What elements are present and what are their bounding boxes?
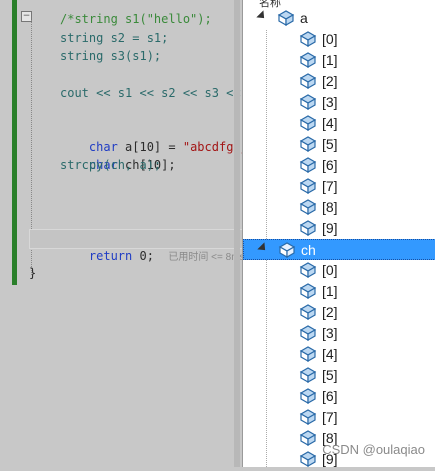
variable-cube-icon bbox=[299, 262, 317, 279]
tree-node-label: [1] bbox=[322, 283, 338, 299]
tree-node-ch-element[interactable]: [6] bbox=[243, 386, 435, 407]
tree-node-ch-element[interactable]: [2] bbox=[243, 302, 435, 323]
variable-cube-icon bbox=[277, 10, 295, 27]
tree-node-ch[interactable]: ch bbox=[243, 239, 435, 260]
code-line-2: string s2 = s1; bbox=[60, 31, 169, 45]
change-indicator-bar bbox=[12, 0, 17, 285]
tree-node-label: [5] bbox=[322, 367, 338, 383]
variable-cube-icon bbox=[299, 451, 317, 468]
tree-node-label: [6] bbox=[322, 388, 338, 404]
variable-cube-icon bbox=[299, 367, 317, 384]
tree-node-ch-element[interactable]: [0] bbox=[243, 260, 435, 281]
tree-node-ch-element[interactable]: [1] bbox=[243, 281, 435, 302]
tree-node-a-element[interactable]: [5] bbox=[243, 134, 435, 155]
variable-cube-icon bbox=[299, 52, 317, 69]
tree-node-label: [4] bbox=[322, 346, 338, 362]
tree-node-label: [4] bbox=[322, 115, 338, 131]
variable-cube-icon bbox=[299, 178, 317, 195]
tree-node-a-element[interactable]: [8] bbox=[243, 197, 435, 218]
variable-cube-icon bbox=[299, 136, 317, 153]
expander-icon[interactable] bbox=[257, 242, 269, 254]
tree-node-label: [6] bbox=[322, 157, 338, 173]
tree-node-a-element[interactable]: [3] bbox=[243, 92, 435, 113]
variables-tree-panel[interactable]: 名称 a [0] [1] [2] [3] [4] [5] [6] [7] [8] [9] ch [0][… bbox=[242, 0, 435, 468]
tree-node-ch-element[interactable]: [7] bbox=[243, 407, 435, 428]
variable-cube-icon bbox=[299, 388, 317, 405]
tree-node-ch-element[interactable]: [4] bbox=[243, 344, 435, 365]
tree-node-a-element[interactable]: [7] bbox=[243, 176, 435, 197]
variable-cube-icon bbox=[299, 283, 317, 300]
tree-node-label: [2] bbox=[322, 304, 338, 320]
tree-node-label: [1] bbox=[322, 52, 338, 68]
editor-scrollbar[interactable] bbox=[234, 0, 240, 467]
variable-cube-icon bbox=[299, 304, 317, 321]
tree-node-label: a bbox=[300, 10, 308, 26]
watermark: CSDN @oulaqiao bbox=[322, 442, 425, 457]
variable-cube-icon bbox=[299, 31, 317, 48]
tree-node-label: [9] bbox=[322, 220, 338, 236]
variable-cube-icon bbox=[299, 115, 317, 132]
tree-node-label: [7] bbox=[322, 178, 338, 194]
variable-cube-icon bbox=[278, 242, 296, 259]
tree-node-ch-element[interactable]: [5] bbox=[243, 365, 435, 386]
tree-node-label: [3] bbox=[322, 94, 338, 110]
code-line-3: string s3(s1); bbox=[60, 49, 162, 63]
variable-cube-icon bbox=[299, 346, 317, 363]
code-line-7: strcpy(ch, a); bbox=[60, 158, 162, 172]
tree-node-label: [3] bbox=[322, 325, 338, 341]
tree-node-label: [0] bbox=[322, 31, 338, 47]
tree-node-a-element[interactable]: [4] bbox=[243, 113, 435, 134]
tree-node-a-element[interactable]: [6] bbox=[243, 155, 435, 176]
tree-node-a-element[interactable]: [0] bbox=[243, 29, 435, 50]
closing-brace: } bbox=[29, 266, 37, 280]
tree-node-a-element[interactable]: [2] bbox=[243, 71, 435, 92]
tree-node-label: [0] bbox=[322, 262, 338, 278]
tree-node-a[interactable]: a bbox=[243, 8, 435, 29]
code-line-8: return 0; 已用时间 <= 8ms bbox=[60, 229, 245, 285]
code-line-1: /*string s1("hello"); bbox=[60, 12, 212, 26]
variable-cube-icon bbox=[299, 94, 317, 111]
tree-node-label: [5] bbox=[322, 136, 338, 152]
variable-cube-icon bbox=[299, 199, 317, 216]
tree-node-label: ch bbox=[301, 242, 316, 258]
code-text: 0; bbox=[132, 249, 154, 263]
variable-cube-icon bbox=[299, 409, 317, 426]
tree-node-label: [7] bbox=[322, 409, 338, 425]
variable-cube-icon bbox=[299, 73, 317, 90]
tree-node-label: [8] bbox=[322, 199, 338, 215]
variable-cube-icon bbox=[299, 157, 317, 174]
expander-icon[interactable] bbox=[256, 10, 268, 22]
tree-node-ch-element[interactable]: [3] bbox=[243, 323, 435, 344]
code-editor[interactable]: − /*string s1("hello"); string s2 = s1; … bbox=[0, 0, 262, 467]
tree-node-a-element[interactable]: [9] bbox=[243, 218, 435, 239]
code-line-4: cout << s1 << s2 << s3 << bbox=[60, 86, 241, 100]
variable-cube-icon bbox=[299, 325, 317, 342]
variable-cube-icon bbox=[299, 430, 317, 447]
tree-node-label: [2] bbox=[322, 73, 338, 89]
variable-cube-icon bbox=[299, 220, 317, 237]
tree-node-a-element[interactable]: [1] bbox=[243, 50, 435, 71]
keyword: return bbox=[88, 249, 133, 263]
